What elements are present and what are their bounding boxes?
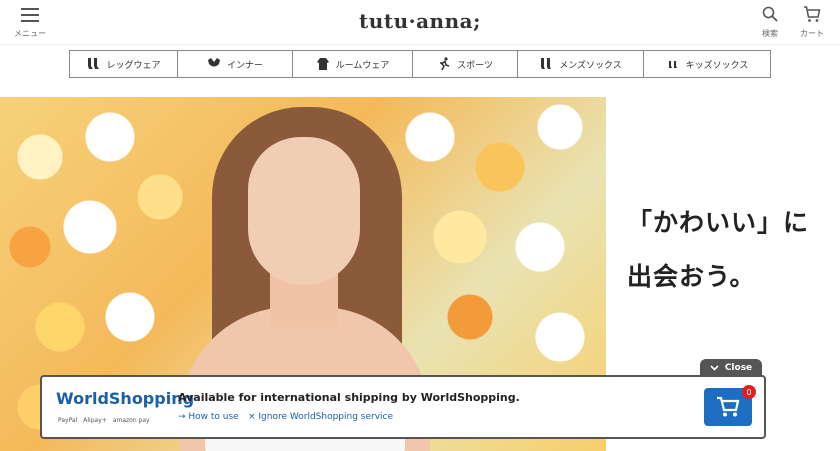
paypal-logo: PayPal — [58, 417, 78, 424]
chevron-down-icon — [710, 364, 719, 371]
search-button[interactable]: 検索 — [756, 6, 784, 40]
mens-socks-icon — [539, 57, 553, 71]
site-header: メニュー tutu·anna; 検索 カート — [0, 0, 840, 45]
sports-icon — [437, 57, 451, 71]
cart-icon — [804, 6, 821, 22]
category-label: インナー — [226, 60, 263, 71]
category-label: レッグウェア — [106, 60, 161, 71]
ignore-service-link[interactable]: × Ignore WorldShopping service — [248, 412, 393, 422]
category-label: ルームウェア — [335, 60, 390, 71]
tagline-line-2: 出会おう。 — [627, 262, 756, 291]
cart-label: カート — [800, 29, 824, 38]
category-inner[interactable]: インナー — [178, 51, 293, 77]
legwear-icon — [86, 57, 100, 71]
shopping-cart-icon — [717, 396, 740, 417]
cart-button[interactable]: カート — [798, 6, 826, 40]
category-nav: レッグウェア インナー ルームウェア スポーツ メンズソックス キッズソックス — [69, 50, 771, 78]
worldshopping-logo[interactable]: WorldShopping — [56, 389, 194, 408]
kids-socks-icon — [666, 57, 680, 71]
search-label: 検索 — [762, 29, 778, 38]
worldshopping-title: Available for international shipping by … — [178, 391, 520, 404]
amazon-pay-logo: amazon pay — [112, 417, 150, 424]
category-label: メンズソックス — [559, 60, 622, 71]
close-label: Close — [724, 362, 753, 373]
cart-count-badge: 0 — [742, 385, 756, 399]
alipay-logo: Alipay+ — [83, 417, 107, 424]
category-legwear[interactable]: レッグウェア — [70, 51, 178, 77]
category-label: スポーツ — [457, 60, 493, 71]
category-roomwear[interactable]: ルームウェア — [293, 51, 413, 77]
category-mens-socks[interactable]: メンズソックス — [518, 51, 644, 77]
search-icon — [762, 6, 778, 22]
category-label: キッズソックス — [685, 60, 749, 71]
inner-icon — [207, 57, 221, 71]
category-sports[interactable]: スポーツ — [413, 51, 518, 77]
roomwear-icon — [316, 57, 330, 71]
model-face — [248, 137, 360, 285]
hero-tagline: 「かわいい」に 出会おう。 — [627, 196, 809, 304]
tagline-line-1: 「かわいい」に — [627, 208, 810, 237]
worldshopping-close-button[interactable]: Close — [700, 359, 762, 376]
payment-methods: PayPal Alipay+ amazon pay — [58, 417, 150, 424]
site-logo[interactable]: tutu·anna; — [0, 9, 840, 33]
worldshopping-banner: WorldShopping PayPal Alipay+ amazon pay … — [40, 375, 766, 439]
how-to-use-link[interactable]: → How to use — [178, 412, 239, 422]
category-kids-socks[interactable]: キッズソックス — [644, 51, 770, 77]
